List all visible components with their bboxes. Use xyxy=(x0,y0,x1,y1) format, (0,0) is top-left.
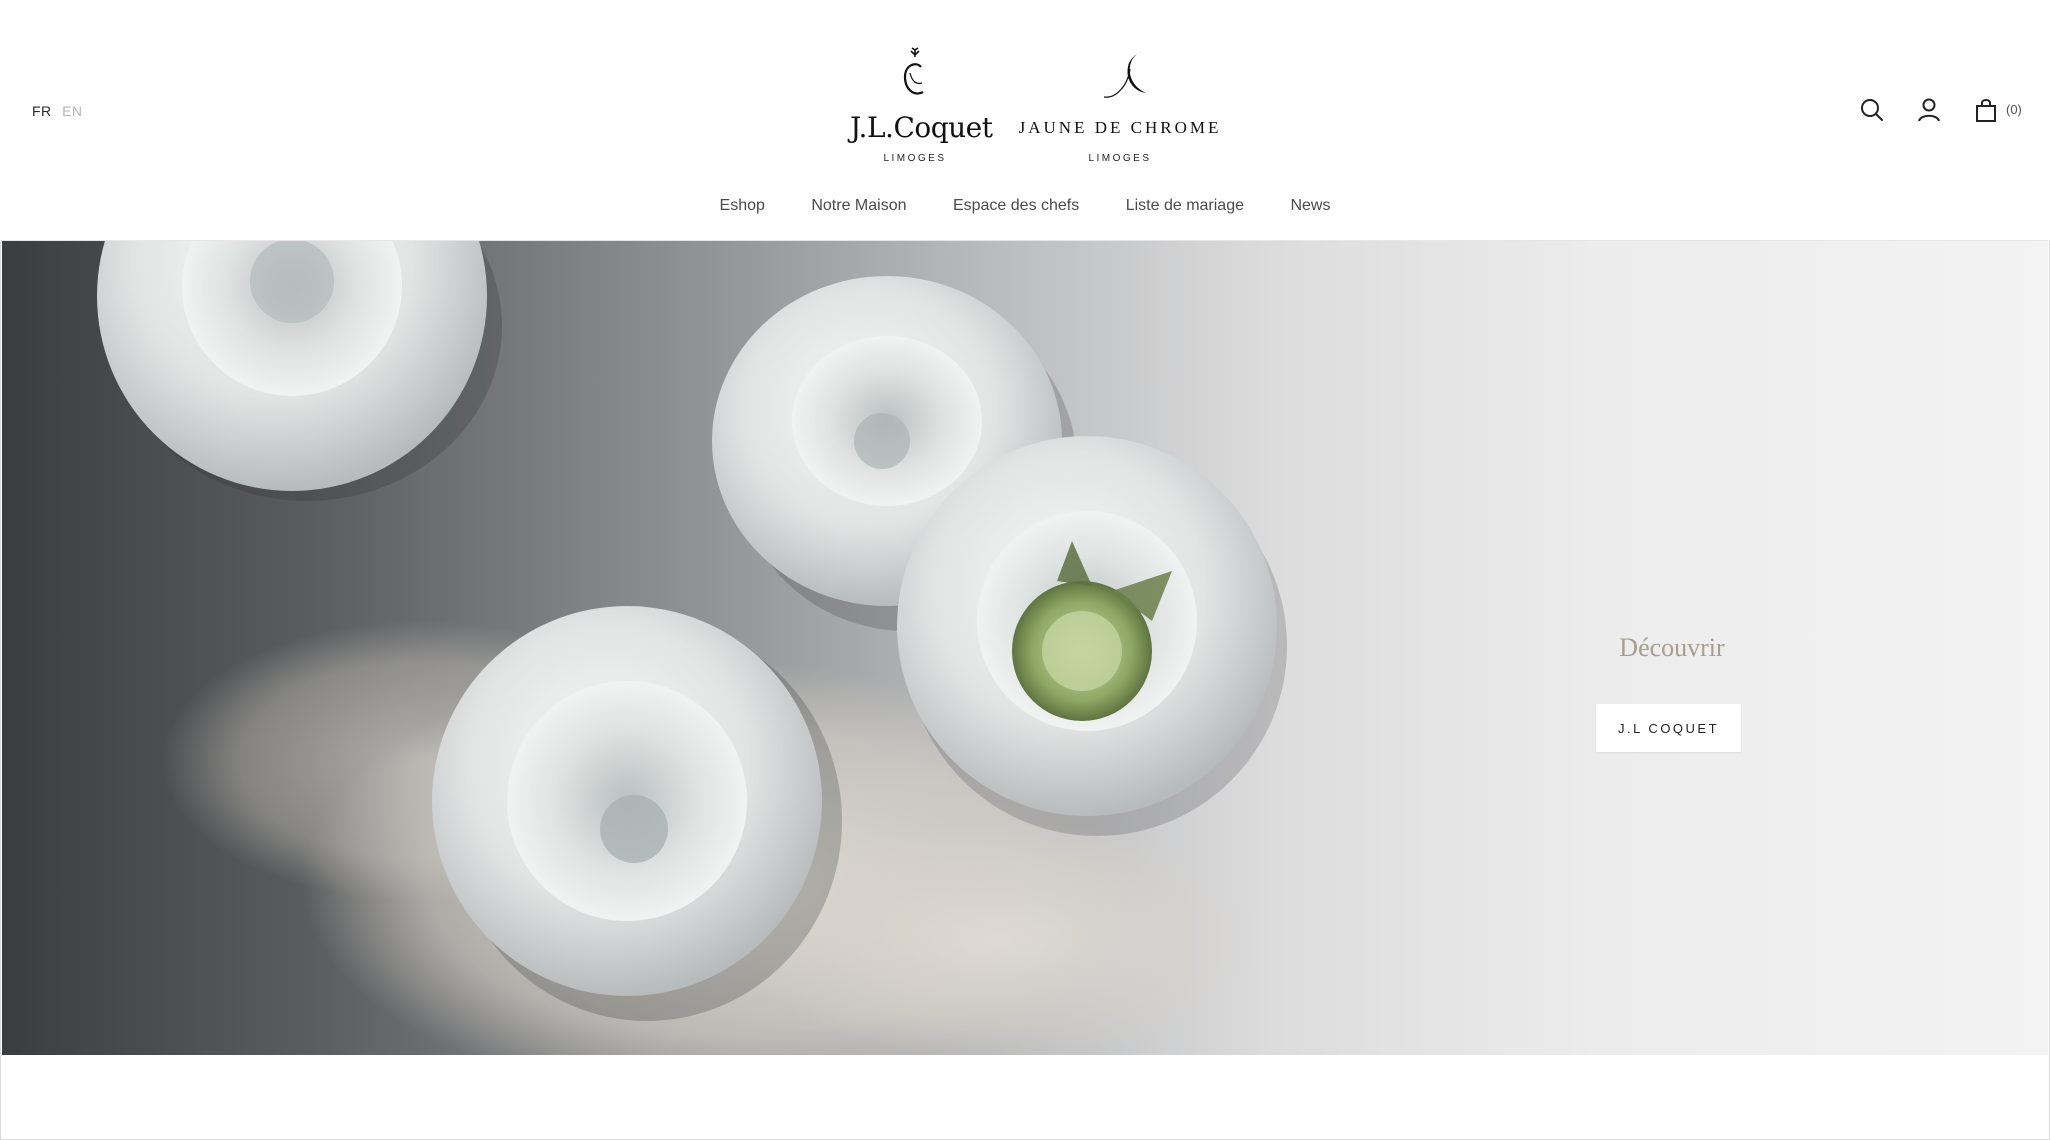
nav-eshop[interactable]: Eshop xyxy=(720,197,765,215)
nav-notre-maison[interactable]: Notre Maison xyxy=(811,197,906,215)
search-icon xyxy=(1861,99,1883,121)
site-header: FR EN J.L.Coquet LIMOGES JAUNE DE CHROME… xyxy=(0,0,2050,241)
language-fr[interactable]: FR xyxy=(32,103,52,119)
hero-title: Découvrir xyxy=(1619,633,1725,662)
jl-coquet-city: LIMOGES xyxy=(883,153,947,164)
user-icon xyxy=(1918,98,1940,122)
jl-coquet-logo[interactable]: J.L.Coquet LIMOGES xyxy=(850,45,993,170)
cart-button[interactable]: (0) xyxy=(1972,96,2032,124)
main-navigation: Eshop Notre Maison Espace des chefs List… xyxy=(0,197,2050,215)
jaune-de-chrome-city: LIMOGES xyxy=(1088,153,1152,164)
jl-coquet-wordmark: J.L.Coquet xyxy=(850,111,993,144)
jaune-de-chrome-logo[interactable]: JAUNE DE CHROME LIMOGES xyxy=(1010,45,1230,170)
bag-icon xyxy=(1976,99,1996,122)
nav-liste-de-mariage[interactable]: Liste de mariage xyxy=(1126,197,1244,215)
jl-coquet-emblem-icon xyxy=(903,47,924,95)
jl-coquet-button[interactable]: J.L COQUET xyxy=(1596,704,1741,752)
search-button[interactable] xyxy=(1858,96,1886,124)
jaune-de-chrome-crescent-icon xyxy=(1103,51,1146,98)
header-actions: (0) xyxy=(1850,96,2030,126)
account-button[interactable] xyxy=(1915,96,1943,124)
cart-count: (0) xyxy=(2006,102,2022,117)
language-switcher: FR EN xyxy=(32,103,89,119)
brand-logos: J.L.Coquet LIMOGES JAUNE DE CHROME LIMOG… xyxy=(850,45,1230,170)
jaune-de-chrome-wordmark: JAUNE DE CHROME xyxy=(1018,118,1222,137)
hero-banner: Découvrir J.L COQUET xyxy=(2,241,2048,1055)
nav-espace-des-chefs[interactable]: Espace des chefs xyxy=(953,197,1079,215)
language-en[interactable]: EN xyxy=(62,103,82,119)
nav-news[interactable]: News xyxy=(1290,197,1330,215)
